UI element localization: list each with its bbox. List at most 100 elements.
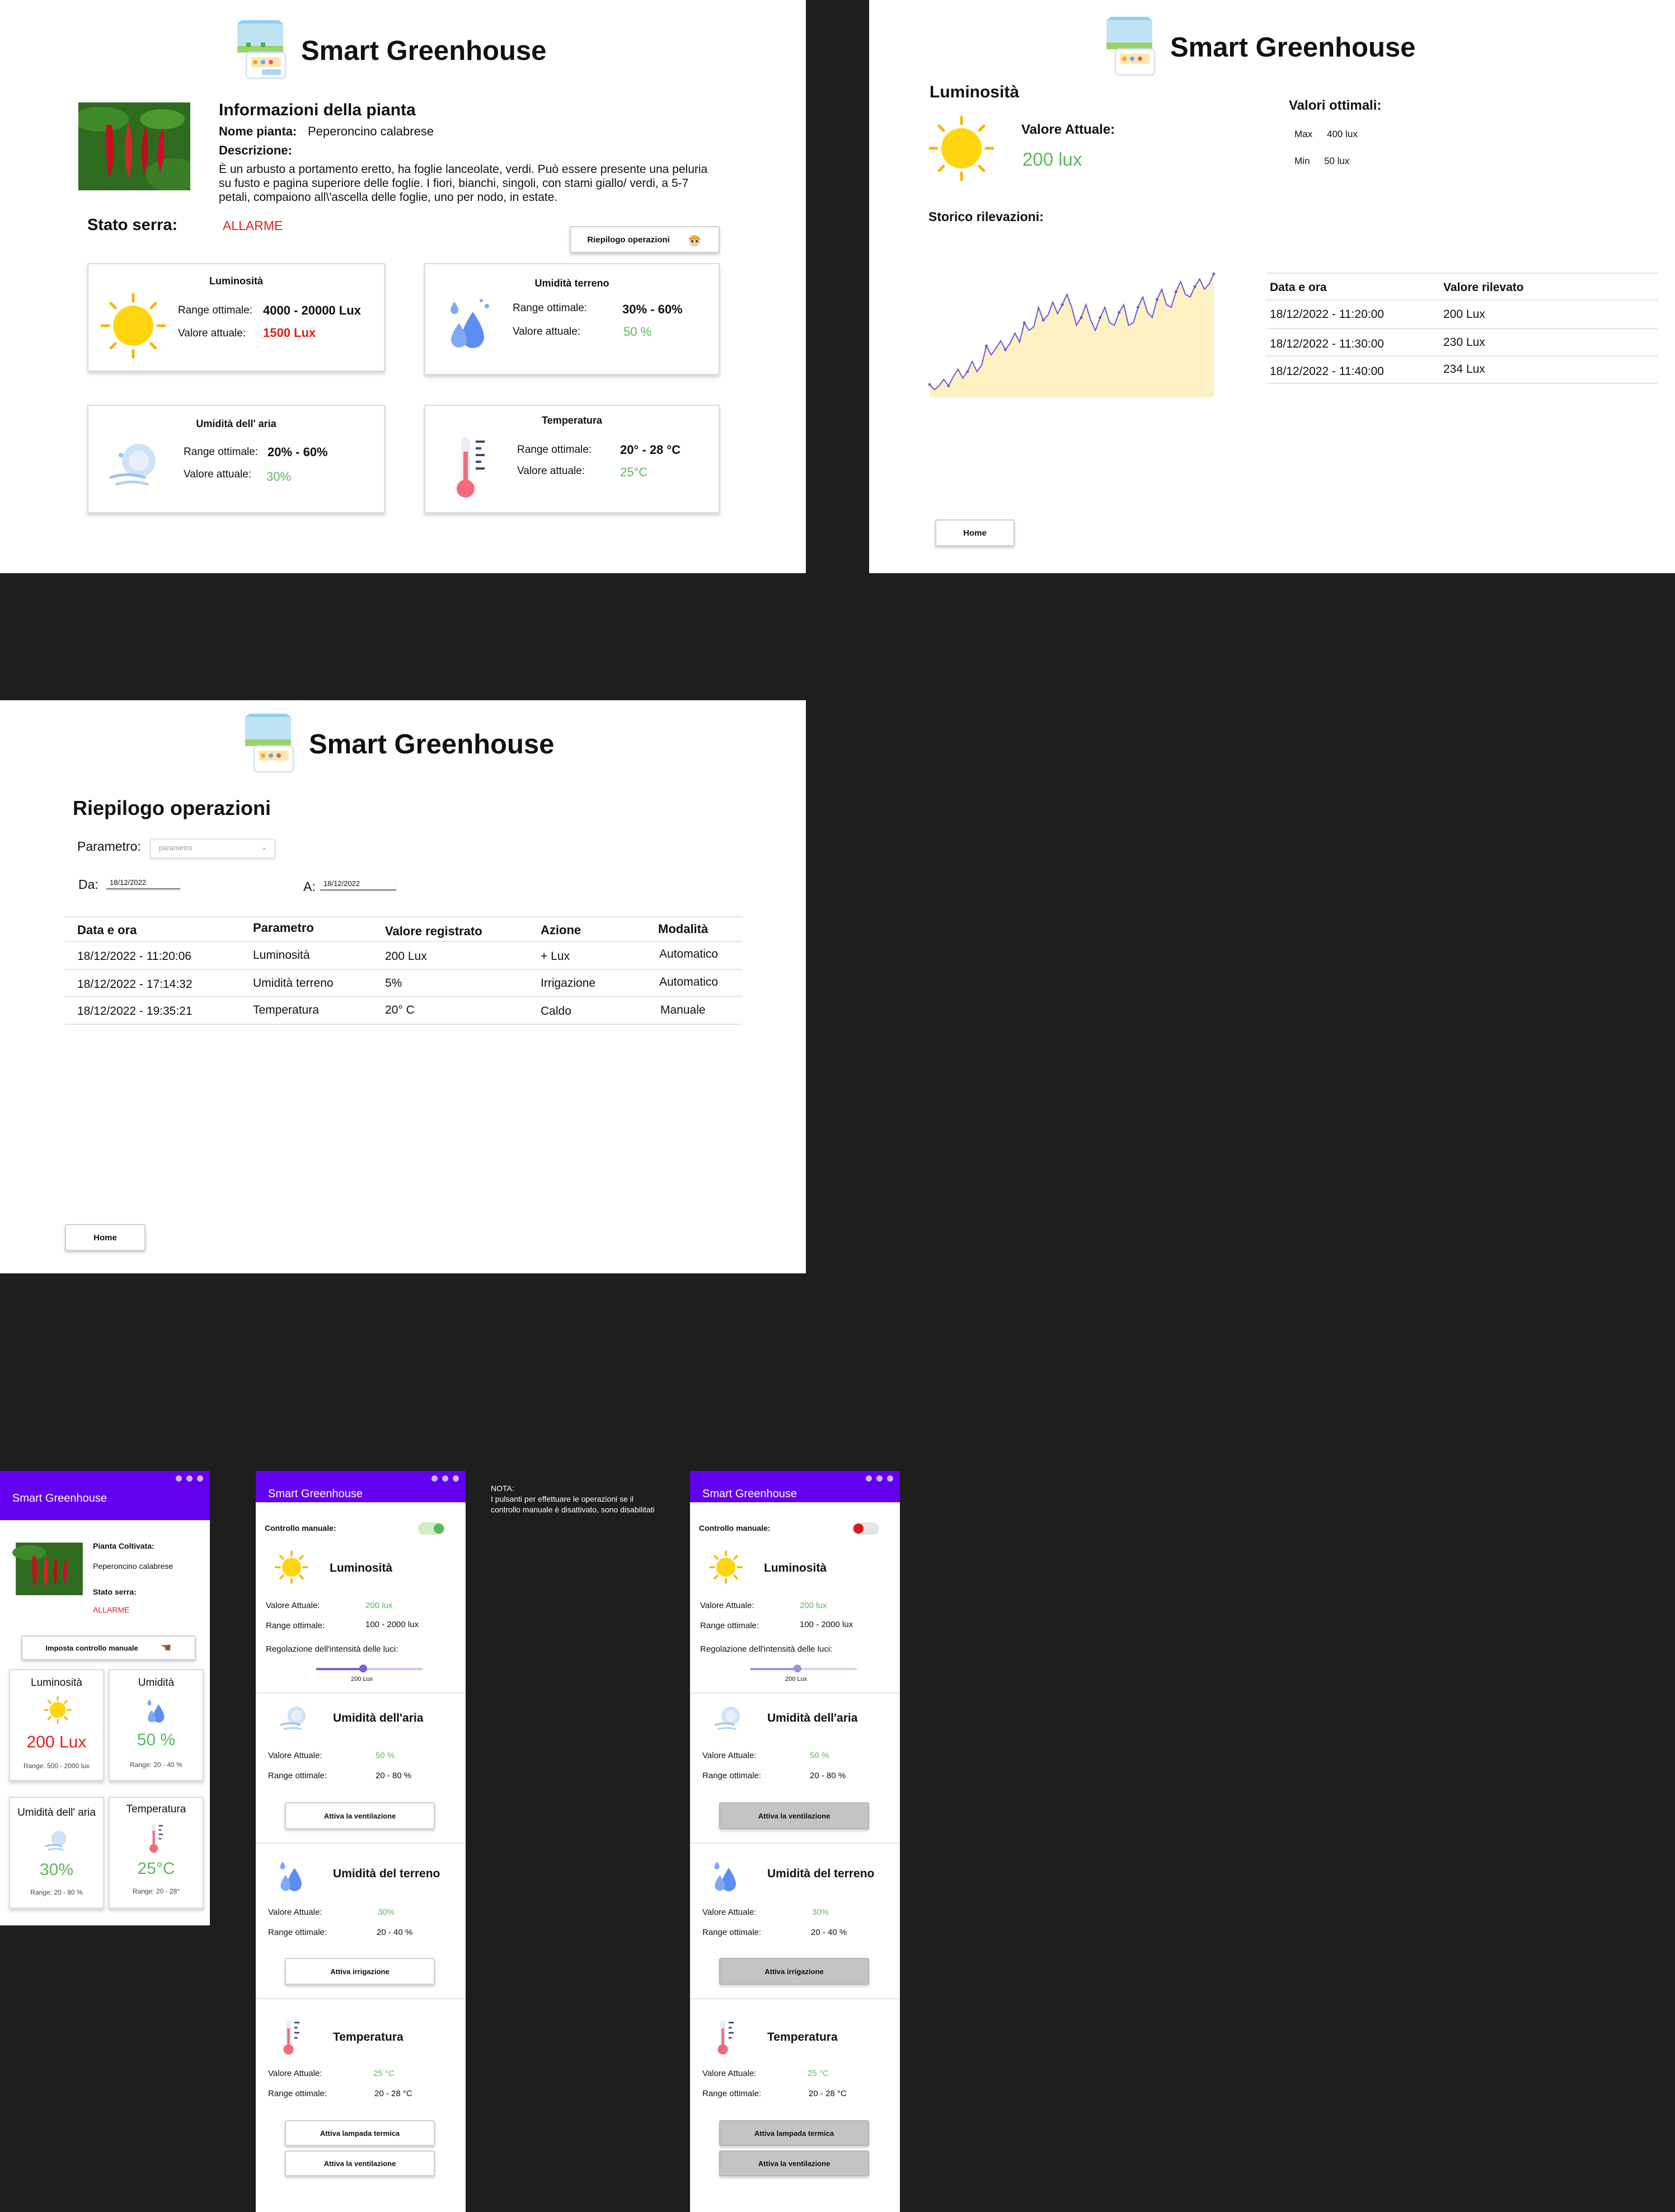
- tile-umidita[interactable]: Umidità 50 % Range: 20 - 40 %: [109, 1669, 204, 1781]
- header-value: Valore registrato: [385, 924, 482, 938]
- air-value: 50 %: [376, 1751, 395, 1760]
- air-range: 20 - 80 %: [376, 1771, 412, 1780]
- worker-icon: [688, 235, 700, 246]
- chevron-down-icon: ⌄: [261, 842, 268, 851]
- card-temperatura[interactable]: Temperatura Range ottimale: 20° - 28 °C …: [424, 405, 720, 513]
- tile-range: Range: 20 - 40 %: [130, 1761, 182, 1769]
- range-value: 20° - 28 °C: [620, 443, 681, 457]
- card-umidita-terreno[interactable]: Umidità terreno Range ottimale: 30% - 60…: [424, 263, 720, 375]
- card-title: Temperatura: [542, 415, 602, 426]
- tile-value: 50 %: [137, 1731, 176, 1749]
- home-button[interactable]: Home: [935, 519, 1015, 546]
- app-bar-title: Smart Greenhouse: [702, 1488, 797, 1500]
- chart-point: [1193, 285, 1197, 288]
- status-bar-icons: [176, 1475, 203, 1482]
- status-label: Stato serra:: [87, 216, 178, 234]
- ventilation-button-disabled[interactable]: Attiva la ventilazione: [719, 1802, 869, 1829]
- temp-range: 20 - 28 °C: [374, 2089, 412, 2098]
- soil-value: 30%: [812, 1908, 829, 1917]
- status-bar-icons: [431, 1475, 459, 1482]
- thermometer-icon: [717, 2020, 734, 2055]
- light-slider[interactable]: [316, 1665, 423, 1672]
- max-label: Max: [1294, 129, 1313, 139]
- tile-temperatura[interactable]: Temperatura 25°C Range: 20 - 28°: [109, 1797, 204, 1909]
- current-label: Valore Attuale:: [268, 1908, 322, 1917]
- tile-umidita-aria[interactable]: Umidità dell' aria 30% Range: 20 - 80 %: [9, 1797, 104, 1909]
- thermometer-icon: [283, 2020, 299, 2055]
- from-date-input[interactable]: 18/12/2022: [106, 877, 180, 889]
- range-label: Range ottimale:: [268, 2089, 327, 2098]
- card-luminosita[interactable]: Luminosità Range ottimale: 4000 - 20000 …: [87, 263, 385, 372]
- range-label: Range ottimale:: [700, 1621, 759, 1630]
- manual-control-button[interactable]: Imposta controllo manuale ☚: [21, 1635, 196, 1660]
- range-label: Range ottimale:: [178, 304, 253, 316]
- tile-range: Range: 500 - 2000 lux: [23, 1762, 90, 1770]
- summary-title: Riepilogo operazioni: [73, 796, 271, 819]
- ventilation-button[interactable]: Attiva la ventilazione: [285, 1802, 435, 1829]
- row-date: 18/12/2022 - 19:35:21: [77, 1005, 193, 1018]
- note-text: I pulsanti per effettuare le operazioni …: [491, 1494, 655, 1514]
- chart-point: [1061, 303, 1064, 306]
- home-button[interactable]: Home: [65, 1224, 146, 1251]
- range-label: Range ottimale:: [513, 302, 588, 314]
- detail-screen: Smart Greenhouse Luminosità Valore Attua…: [869, 0, 1675, 573]
- manual-toggle-on[interactable]: [418, 1522, 445, 1535]
- tile-luminosita[interactable]: Luminosità 200 Lux Range: 500 - 2000 lux: [9, 1669, 104, 1781]
- ventilation-button-temp-disabled[interactable]: Attiva la ventilazione: [719, 2150, 869, 2176]
- tile-range: Range: 20 - 28°: [132, 1887, 180, 1895]
- heat-lamp-button[interactable]: Attiva lampada termica: [285, 2120, 435, 2146]
- history-title: Storico rilevazioni:: [928, 209, 1044, 224]
- temp-value: 25 °C: [373, 2069, 395, 2078]
- heat-lamp-button-disabled[interactable]: Attiva lampada termica: [719, 2120, 869, 2146]
- chart-point: [1174, 290, 1177, 293]
- tile-range: Range: 20 - 80 %: [30, 1888, 83, 1896]
- range-value: 20% - 60%: [268, 445, 328, 459]
- header-mode: Modalità: [658, 922, 709, 936]
- temp-title: Temperatura: [333, 2031, 403, 2044]
- from-date-value: 18/12/2022: [110, 878, 147, 887]
- irrigation-button-disabled[interactable]: Attiva irrigazione: [719, 1958, 869, 1985]
- table-header-value: Valore rilevato: [1443, 281, 1524, 294]
- water-drops-icon: [280, 1861, 302, 1891]
- row-mode: Manuale: [660, 1004, 706, 1016]
- slider-thumb[interactable]: [793, 1665, 801, 1672]
- chart-point: [1022, 321, 1026, 325]
- range-label: Range ottimale:: [268, 1928, 327, 1937]
- table-row-value: 200 Lux: [1443, 308, 1485, 321]
- slider-thumb[interactable]: [359, 1665, 367, 1672]
- light-slider[interactable]: [750, 1665, 857, 1672]
- history-chart: [928, 272, 1215, 397]
- card-umidita-aria[interactable]: Umidità dell' aria Range ottimale: 20% -…: [87, 405, 385, 513]
- row-date: 18/12/2022 - 11:20:06: [77, 950, 191, 963]
- current-value: 30%: [266, 470, 292, 484]
- current-label: Valore attuale:: [184, 468, 252, 480]
- summary-screen: Smart Greenhouse Riepilogo operazioni Pa…: [0, 700, 806, 1273]
- manual-control-screen-off: Smart Greenhouse Controllo manuale: Lumi…: [690, 1471, 900, 2212]
- app-bar: Smart Greenhouse: [256, 1471, 466, 1502]
- air-humidity-icon: [109, 444, 156, 486]
- dashboard-screen: Smart Greenhouse Informazioni della pian…: [0, 0, 806, 573]
- current-label: Valore Attuale:: [1021, 122, 1115, 137]
- description-label: Descrizione:: [219, 143, 292, 157]
- plant-photo: [12, 1543, 83, 1595]
- note-title: NOTA:: [491, 1484, 514, 1493]
- summary-button[interactable]: Riepilogo operazioni: [570, 226, 720, 253]
- row-parameter: Umidità terreno: [253, 977, 334, 990]
- plant-label: Pianta Coltivata:: [93, 1541, 154, 1550]
- soil-value: 30%: [378, 1908, 395, 1917]
- current-label: Valore Attuale:: [266, 1601, 320, 1610]
- table-row-date: 18/12/2022 - 11:30:00: [1270, 338, 1384, 350]
- air-value: 50 %: [810, 1751, 829, 1760]
- chart-point: [1099, 316, 1102, 319]
- range-label: Range ottimale:: [266, 1621, 325, 1630]
- param-select[interactable]: parametro ⌄: [150, 838, 275, 859]
- row-parameter: Temperatura: [253, 1004, 319, 1016]
- note: NOTA: I pulsanti per effettuare le opera…: [491, 1483, 664, 1515]
- to-date-input[interactable]: 18/12/2022: [320, 878, 396, 891]
- irrigation-button[interactable]: Attiva irrigazione: [285, 1958, 435, 1985]
- app-bar-title: Smart Greenhouse: [12, 1492, 107, 1505]
- min-value: 50 lux: [1324, 156, 1350, 166]
- row-action: Irrigazione: [541, 977, 596, 990]
- manual-toggle-off[interactable]: [852, 1522, 879, 1535]
- ventilation-button-temp[interactable]: Attiva la ventilazione: [285, 2150, 435, 2176]
